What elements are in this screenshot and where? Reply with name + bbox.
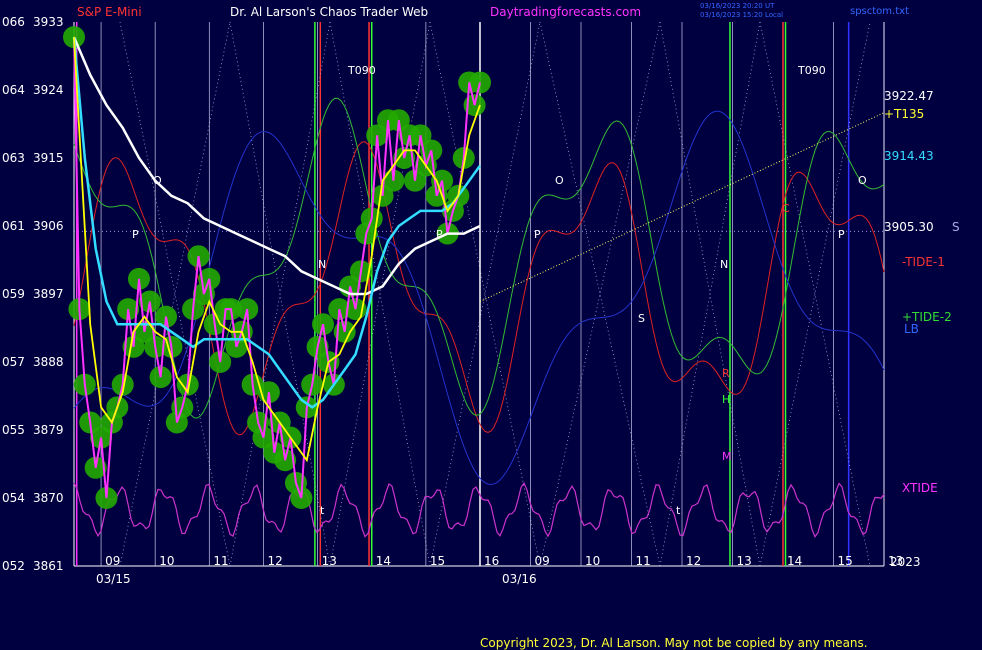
level-3922: 3922.47: [884, 89, 934, 103]
x-tick-label: 15: [838, 554, 853, 568]
chart-center-title: Dr. Al Larson's Chaos Trader Web: [230, 5, 428, 19]
site-name: Daytradingforecasts.com: [490, 5, 641, 19]
copyright: Copyright 2023, Dr. Al Larson. May not b…: [480, 636, 868, 650]
y-tick-left: 052: [2, 559, 25, 573]
date-label-2: 03/16: [502, 572, 537, 586]
annotation-label: P: [838, 228, 845, 241]
tide1-label: -TIDE-1: [902, 255, 945, 269]
chaos-trader-chart: S&P E-Mini Dr. Al Larson's Chaos Trader …: [0, 0, 982, 650]
x-tick-label: 14: [376, 554, 391, 568]
y-tick-price: 3933: [33, 15, 64, 29]
y-tick-price: 3906: [33, 219, 64, 233]
annotation-label: M: [722, 450, 732, 463]
time-stamp-ut: 03/16/2023 20:20 UT: [700, 2, 775, 10]
time-stamp-local: 03/16/2023 15:20 Local: [700, 11, 783, 19]
y-tick-price: 3888: [33, 355, 64, 369]
annotation-label: O: [555, 174, 564, 187]
y-tick-price: 3870: [33, 491, 64, 505]
annotation-label: R: [722, 367, 730, 380]
xtide-label: XTIDE: [902, 481, 938, 495]
annotation-label: S: [638, 312, 645, 325]
year-label: 2023: [890, 555, 921, 569]
y-tick-left: 057: [2, 355, 25, 369]
y-tick-left: 055: [2, 423, 25, 437]
y-tick-price: 3897: [33, 287, 64, 301]
y-tick-left: 059: [2, 287, 25, 301]
x-tick-label: 09: [535, 554, 550, 568]
y-tick-left: 064: [2, 83, 25, 97]
x-tick-label: 13: [737, 554, 752, 568]
x-tick-label: 12: [267, 554, 282, 568]
annotation-label: O: [858, 174, 867, 187]
y-tick-left: 061: [2, 219, 25, 233]
annotation-label: P: [534, 228, 541, 241]
level-t135: +T135: [884, 107, 924, 121]
x-tick-label: 11: [636, 554, 651, 568]
annotation-label: H: [722, 393, 730, 406]
annotation-label: T090: [797, 64, 826, 77]
annotation-label: O: [153, 174, 162, 187]
annotation-label: t: [320, 504, 325, 517]
y-tick-price: 3879: [33, 423, 64, 437]
y-tick-left: 066: [2, 15, 25, 29]
x-tick-label: 14: [787, 554, 802, 568]
chart-symbol-title: S&P E-Mini: [77, 5, 142, 19]
y-tick-left: 063: [2, 151, 25, 165]
x-tick-label: 09: [105, 554, 120, 568]
file-name: spsctom.txt: [850, 6, 909, 17]
x-tick-label: 10: [585, 554, 600, 568]
annotation-label: C: [782, 202, 790, 215]
x-tick-label: 10: [159, 554, 174, 568]
x-tick-label: 15: [430, 554, 445, 568]
y-tick-price: 3915: [33, 151, 64, 165]
y-tick-price: 3861: [33, 559, 64, 573]
annotation-label: N: [318, 258, 326, 271]
annotation-label: t: [676, 504, 681, 517]
annotation-label: P: [436, 228, 443, 241]
lb-label: LB: [904, 322, 919, 336]
y-tick-left: 054: [2, 491, 25, 505]
x-tick-label: 11: [213, 554, 228, 568]
x-tick-label: 16: [484, 554, 499, 568]
level-tag-s: S: [952, 220, 960, 234]
annotation-label: T090: [347, 64, 376, 77]
x-tick-label: 13: [322, 554, 337, 568]
level-3914: 3914.43: [884, 149, 934, 163]
x-tick-label: 12: [686, 554, 701, 568]
annotation-label: P: [132, 228, 139, 241]
level-3905: 3905.30: [884, 220, 934, 234]
annotation-label: N: [720, 258, 728, 271]
y-tick-price: 3924: [33, 83, 64, 97]
date-label-1: 03/15: [96, 572, 131, 586]
